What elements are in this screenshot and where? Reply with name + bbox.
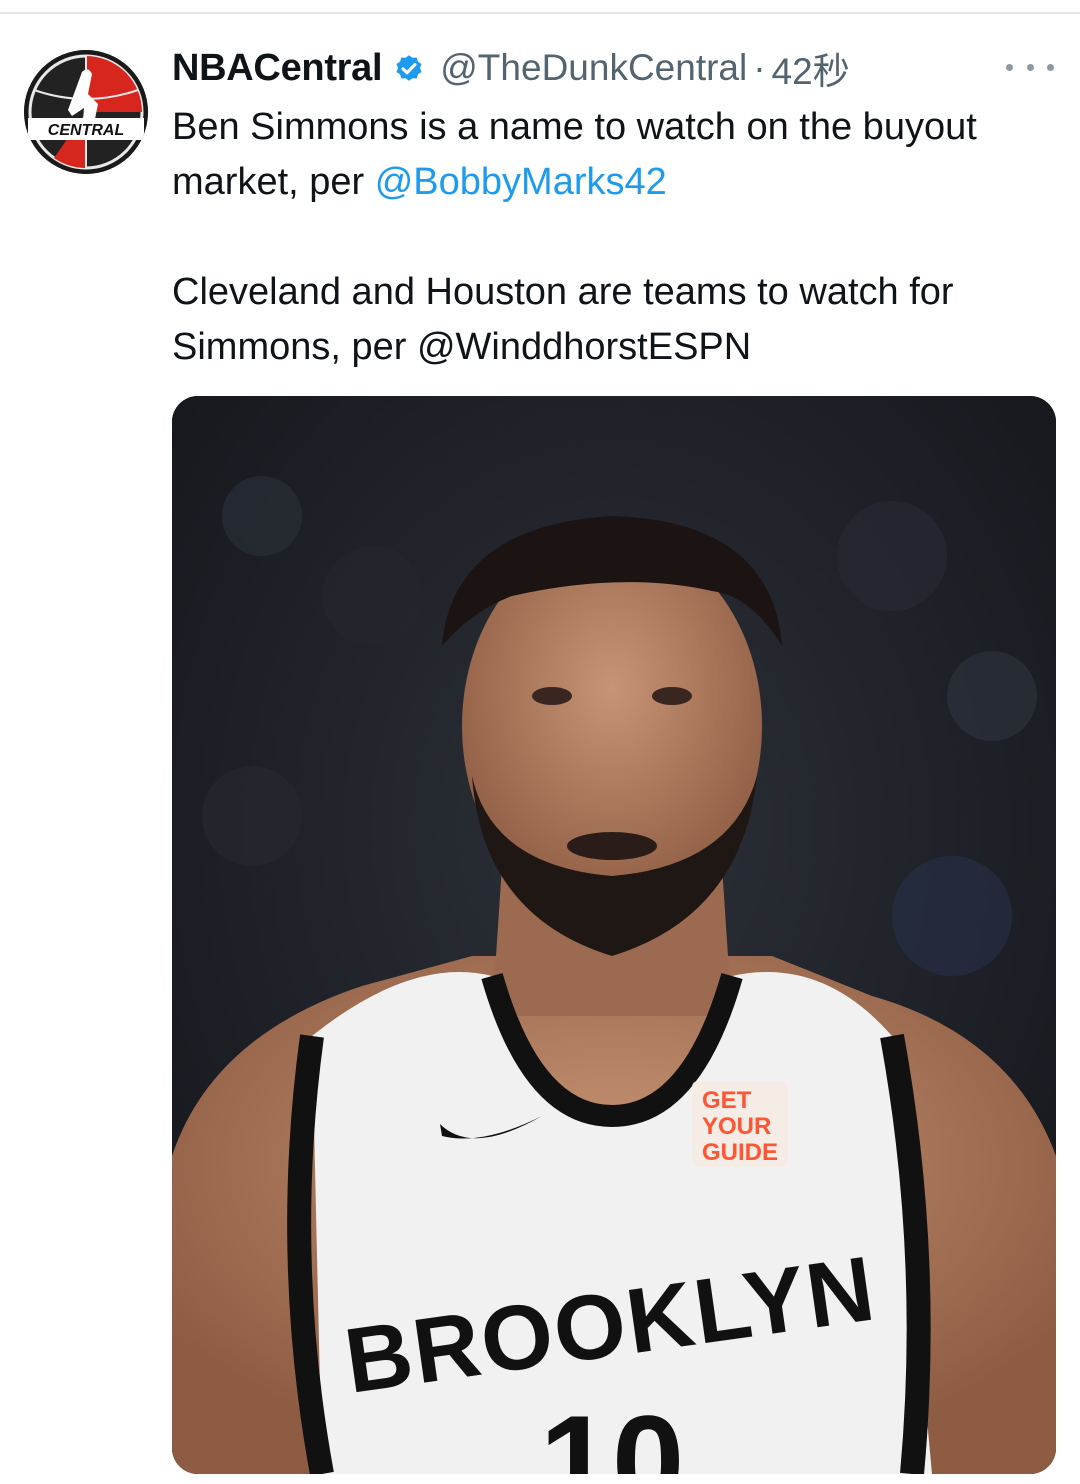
mention-text-windhorst: @WinddhorstESPN xyxy=(416,326,752,368)
patch-line-3: GUIDE xyxy=(702,1139,778,1166)
tweet-paragraph-1: Ben Simmons is a name to watch on the bu… xyxy=(172,100,1062,210)
more-dot xyxy=(1006,63,1013,71)
avatar[interactable]: CENTRAL xyxy=(24,50,148,174)
timestamp[interactable]: 42秒 xyxy=(772,41,850,95)
more-dot xyxy=(1026,63,1034,71)
more-dot xyxy=(1047,63,1054,71)
display-name[interactable]: NBACentral xyxy=(172,47,383,90)
verified-badge-icon xyxy=(392,51,426,85)
central-logo: CENTRAL xyxy=(24,50,148,174)
tweet-header: NBACentral @TheDunkCentral · 42秒 xyxy=(172,40,850,96)
tweet-text: Ben Simmons is a name to watch on the bu… xyxy=(172,100,1062,375)
player-photo: GET YOUR GUIDE BROOKLYN 10 xyxy=(172,396,1056,1474)
tweet[interactable]: CENTRAL NBACentral @TheDunkCentral · 42秒… xyxy=(0,0,1080,1484)
handle[interactable]: @TheDunkCentral xyxy=(440,47,747,89)
mention-link-bobbymarks[interactable]: @BobbyMarks42 xyxy=(375,161,667,203)
more-options-icon[interactable] xyxy=(1006,52,1054,82)
jersey-number: 10 xyxy=(540,1388,685,1474)
patch-line-2: YOUR xyxy=(702,1113,771,1140)
tweet-image[interactable]: GET YOUR GUIDE BROOKLYN 10 xyxy=(172,396,1056,1474)
patch-line-1: GET xyxy=(702,1087,752,1114)
avatar-text: CENTRAL xyxy=(48,122,124,139)
separator: · xyxy=(753,47,766,88)
tweet-paragraph-2: Cleveland and Houston are teams to watch… xyxy=(172,265,1062,375)
